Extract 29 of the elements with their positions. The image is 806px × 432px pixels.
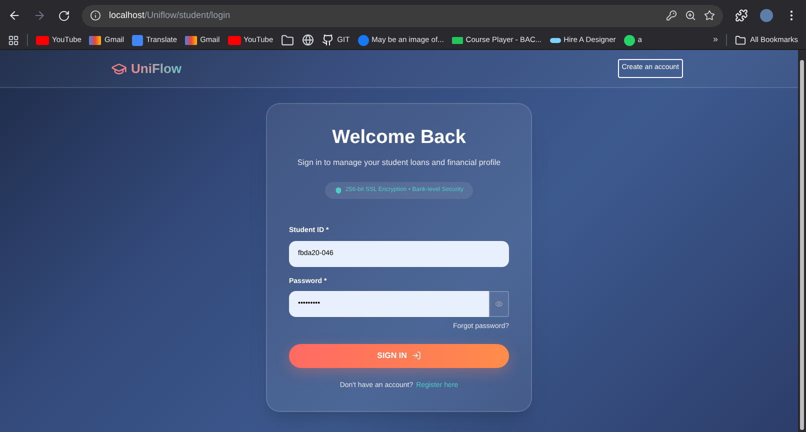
youtube-icon — [228, 36, 241, 44]
sign-in-icon — [412, 351, 421, 360]
gmail-icon — [185, 36, 198, 44]
youtube-icon — [36, 36, 49, 44]
star-icon[interactable] — [704, 10, 715, 21]
key-icon[interactable] — [666, 10, 677, 21]
subtitle-text: Sign in to manage your student loans and financial profile — [297, 157, 501, 169]
profile-avatar[interactable] — [760, 9, 773, 22]
more-bookmarks-button[interactable]: » — [713, 33, 718, 47]
info-icon — [90, 10, 101, 21]
shield-icon — [334, 187, 342, 194]
extensions-icon[interactable] — [735, 9, 748, 22]
folder-icon — [281, 34, 294, 46]
eye-icon — [495, 300, 503, 308]
graduation-cap-icon — [111, 60, 127, 76]
forward-icon[interactable] — [33, 9, 46, 22]
url-text: localhost/Uniflow/student/login — [109, 8, 230, 22]
reload-icon[interactable] — [58, 10, 70, 22]
translate-icon — [132, 34, 144, 46]
folder-icon — [735, 34, 746, 46]
gmail-icon — [89, 36, 102, 44]
welcome-title: Welcome Back — [332, 128, 466, 147]
github-icon — [322, 34, 334, 46]
apps-icon[interactable] — [8, 34, 19, 46]
address-bar[interactable]: localhost/Uniflow/student/login — [82, 4, 723, 26]
back-icon[interactable] — [8, 9, 21, 22]
globe-icon — [302, 34, 314, 46]
whatsapp-icon — [624, 34, 635, 46]
zoom-icon[interactable] — [685, 10, 696, 21]
